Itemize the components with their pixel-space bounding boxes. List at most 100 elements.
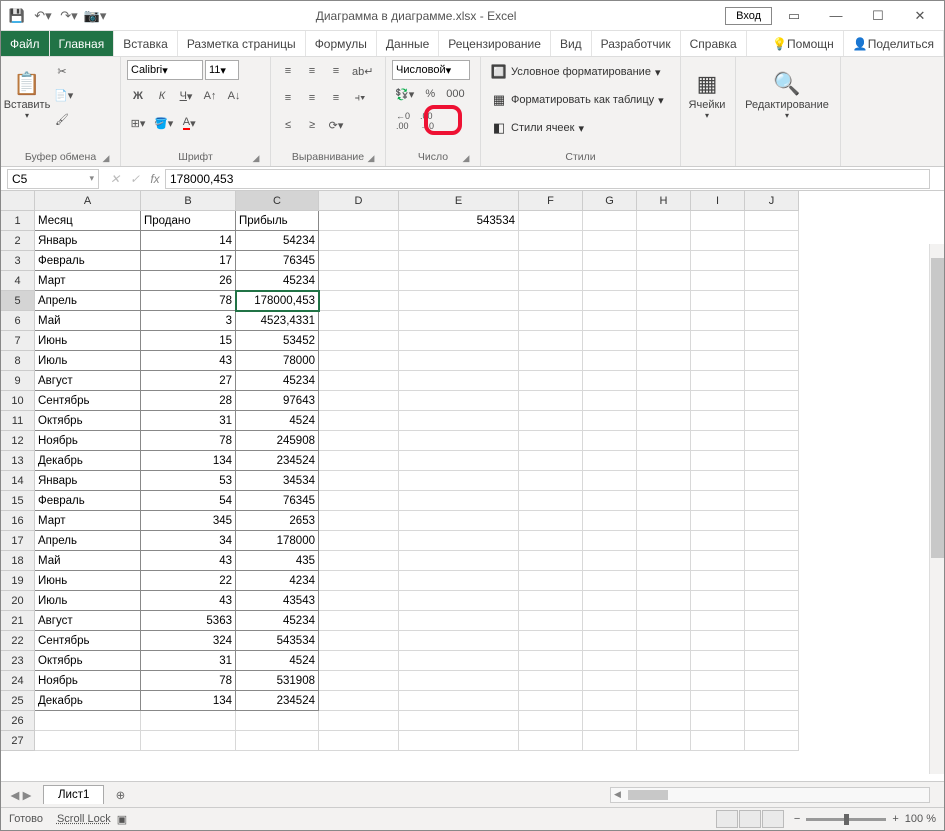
cell[interactable] xyxy=(35,731,141,751)
cell[interactable]: 4524 xyxy=(236,411,319,431)
row-header-7[interactable]: 7 xyxy=(1,331,35,351)
cell[interactable] xyxy=(319,211,399,231)
cell[interactable] xyxy=(319,731,399,751)
cell[interactable] xyxy=(691,451,745,471)
col-header-F[interactable]: F xyxy=(519,191,583,211)
cell[interactable] xyxy=(691,371,745,391)
cell[interactable] xyxy=(691,691,745,711)
cell[interactable] xyxy=(637,411,691,431)
view-layout-icon[interactable] xyxy=(739,810,761,828)
select-all-corner[interactable] xyxy=(1,191,35,211)
row-header-4[interactable]: 4 xyxy=(1,271,35,291)
cell[interactable] xyxy=(583,691,637,711)
cell[interactable] xyxy=(399,331,519,351)
editing-button[interactable]: 🔍Редактирование▾ xyxy=(742,60,832,130)
cell[interactable] xyxy=(637,431,691,451)
fx-icon[interactable]: fx xyxy=(145,172,165,186)
cell[interactable] xyxy=(319,231,399,251)
cell[interactable]: 53 xyxy=(141,471,236,491)
cell[interactable] xyxy=(691,551,745,571)
cell[interactable] xyxy=(691,531,745,551)
cell[interactable]: 78 xyxy=(141,671,236,691)
cell[interactable] xyxy=(319,571,399,591)
row-header-23[interactable]: 23 xyxy=(1,651,35,671)
cell[interactable] xyxy=(519,711,583,731)
cell[interactable]: 3 xyxy=(141,311,236,331)
font-name-combo[interactable]: Calibri▾ xyxy=(127,60,203,80)
row-header-10[interactable]: 10 xyxy=(1,391,35,411)
cell[interactable]: Декабрь xyxy=(35,691,141,711)
cell[interactable] xyxy=(519,351,583,371)
cell[interactable] xyxy=(745,691,799,711)
cell[interactable] xyxy=(637,591,691,611)
cell[interactable] xyxy=(637,331,691,351)
undo-icon[interactable]: ↶▾ xyxy=(31,4,55,28)
tab-layout[interactable]: Разметка страницы xyxy=(178,31,306,56)
cell[interactable] xyxy=(691,271,745,291)
cell[interactable] xyxy=(745,271,799,291)
copy-icon[interactable]: 📄▾ xyxy=(51,84,76,106)
cell[interactable] xyxy=(583,651,637,671)
cell[interactable]: 43 xyxy=(141,351,236,371)
font-color-icon[interactable]: A▾ xyxy=(178,112,200,134)
confirm-entry-icon[interactable]: ✓ xyxy=(125,172,145,186)
col-header-E[interactable]: E xyxy=(399,191,519,211)
increase-decimal-icon[interactable]: ←0.00 xyxy=(392,110,414,132)
cell[interactable] xyxy=(691,671,745,691)
share-button[interactable]: 👤 Поделиться xyxy=(844,31,944,56)
cell[interactable] xyxy=(745,531,799,551)
cell[interactable]: 543534 xyxy=(399,211,519,231)
cell[interactable] xyxy=(745,611,799,631)
cell[interactable] xyxy=(745,431,799,451)
cell[interactable]: Октябрь xyxy=(35,411,141,431)
row-header-13[interactable]: 13 xyxy=(1,451,35,471)
cell[interactable] xyxy=(236,731,319,751)
cell[interactable] xyxy=(519,731,583,751)
decrease-decimal-icon[interactable]: .00→0 xyxy=(416,110,438,132)
col-header-A[interactable]: A xyxy=(35,191,141,211)
grow-font-icon[interactable]: A↑ xyxy=(199,85,221,107)
cell[interactable] xyxy=(691,391,745,411)
cell[interactable]: Июнь xyxy=(35,571,141,591)
cell[interactable] xyxy=(691,331,745,351)
cell[interactable]: 97643 xyxy=(236,391,319,411)
tab-view[interactable]: Вид xyxy=(551,31,592,56)
cell[interactable] xyxy=(583,331,637,351)
new-sheet-icon[interactable]: ⊕ xyxy=(108,784,132,806)
cell[interactable]: 31 xyxy=(141,651,236,671)
cell[interactable] xyxy=(745,311,799,331)
cell[interactable] xyxy=(637,611,691,631)
cell[interactable]: Июль xyxy=(35,351,141,371)
cell[interactable] xyxy=(745,231,799,251)
align-launcher[interactable]: ◢ xyxy=(365,152,377,164)
cell[interactable]: 245908 xyxy=(236,431,319,451)
cell[interactable] xyxy=(745,291,799,311)
cell[interactable]: Октябрь xyxy=(35,651,141,671)
cell[interactable] xyxy=(691,591,745,611)
cell[interactable]: Июнь xyxy=(35,331,141,351)
sheet-tab-1[interactable]: Лист1 xyxy=(43,785,104,804)
cell[interactable] xyxy=(319,251,399,271)
cell[interactable]: 76345 xyxy=(236,491,319,511)
col-header-I[interactable]: I xyxy=(691,191,745,211)
cell[interactable] xyxy=(745,451,799,471)
cell[interactable]: 234524 xyxy=(236,451,319,471)
cell[interactable] xyxy=(637,391,691,411)
cell[interactable]: Продано xyxy=(141,211,236,231)
cell[interactable] xyxy=(399,351,519,371)
cell[interactable] xyxy=(519,571,583,591)
align-bot-icon[interactable]: ≡ xyxy=(325,60,347,82)
cell[interactable] xyxy=(319,611,399,631)
cell[interactable]: 26 xyxy=(141,271,236,291)
align-right-icon[interactable]: ≡ xyxy=(325,87,347,109)
cell[interactable] xyxy=(399,291,519,311)
cell[interactable]: 45234 xyxy=(236,611,319,631)
cell[interactable] xyxy=(637,451,691,471)
cell[interactable] xyxy=(319,371,399,391)
cell[interactable] xyxy=(519,291,583,311)
cell[interactable] xyxy=(691,291,745,311)
cell[interactable] xyxy=(637,271,691,291)
sheet-nav[interactable]: ◀ ▶ xyxy=(1,788,41,802)
bold-button[interactable]: Ж xyxy=(127,85,149,107)
cell[interactable]: 5363 xyxy=(141,611,236,631)
